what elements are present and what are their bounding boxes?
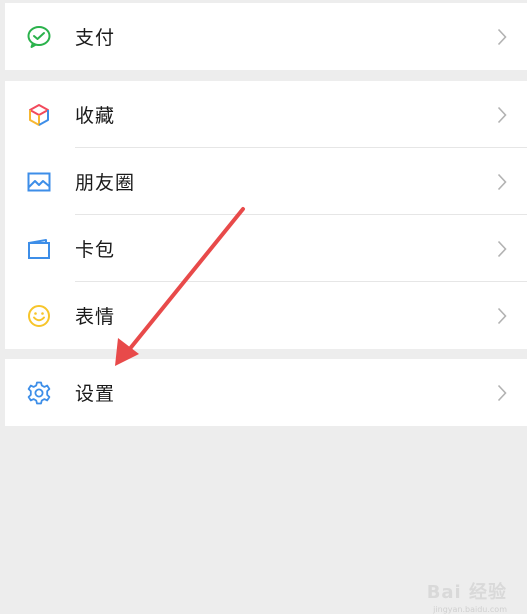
watermark-text: Bai 经验 [426,582,507,603]
me-page: 支付 收藏 朋友圈 卡包 表情 设置 [5,0,527,614]
menu-item-label: 设置 [75,383,116,405]
menu-item-favorites[interactable]: 收藏 [5,81,527,148]
chevron-right-icon [497,240,507,257]
menu-item-settings[interactable]: 设置 [5,359,527,426]
menu-item-label: 朋友圈 [75,172,136,194]
wechat-pay-icon [25,23,53,51]
sticker-smiley-icon [25,302,53,330]
moments-image-icon [25,168,53,196]
group-discover-services: 收藏 朋友圈 卡包 表情 [5,81,527,349]
menu-item-moments[interactable]: 朋友圈 [5,148,527,215]
group-pay: 支付 [5,3,527,70]
chevron-right-icon [497,307,507,324]
menu-item-pay[interactable]: 支付 [5,3,527,70]
menu-item-cards[interactable]: 卡包 [5,215,527,282]
watermark-subtext: jingyan.baidu.com [433,605,507,614]
chevron-right-icon [497,106,507,123]
menu-item-label: 表情 [75,306,116,328]
group-settings: 设置 [5,359,527,426]
menu-item-label: 卡包 [75,239,116,261]
menu-item-stickers[interactable]: 表情 [5,282,527,349]
chevron-right-icon [497,173,507,190]
settings-gear-icon [25,379,53,407]
menu-item-label: 收藏 [75,105,116,127]
chevron-right-icon [497,28,507,45]
card-wallet-icon [25,235,53,263]
menu-item-label: 支付 [75,27,116,49]
favorites-cube-icon [25,101,53,129]
chevron-right-icon [497,384,507,401]
